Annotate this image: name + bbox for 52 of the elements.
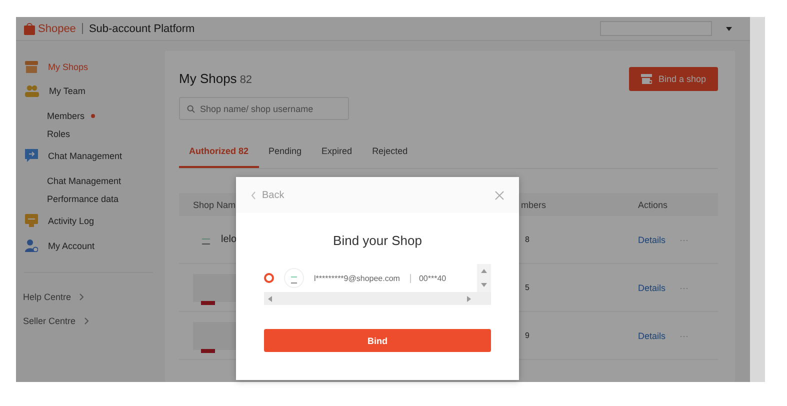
members-cell-text: 8 <box>524 235 530 244</box>
horizontal-scrollbar[interactable] <box>264 292 491 305</box>
details-link[interactable]: Details <box>638 330 666 340</box>
sidebar-item[interactable]: Activity Log <box>16 208 165 233</box>
platform-title: Sub-account Platform <box>88 22 195 34</box>
tab[interactable]: Pending <box>258 142 312 168</box>
radio-button[interactable] <box>264 273 274 283</box>
chat-icon <box>25 149 38 162</box>
bind-shop-button[interactable]: Bind a shop <box>629 67 718 91</box>
sidebar-subitem[interactable]: Chat Management <box>47 176 122 186</box>
sidebar-link[interactable]: Help Centre <box>23 292 72 302</box>
shop-icon <box>25 61 38 73</box>
shopping-bag-icon <box>24 22 35 35</box>
shop-name: lelo <box>221 234 237 245</box>
brand-name: Shopee <box>38 22 76 34</box>
sidebar-link[interactable]: Seller Centre <box>23 316 76 326</box>
arrow-down-icon[interactable] <box>481 283 487 287</box>
chevron-right-icon <box>84 317 89 325</box>
search-field[interactable]: Shop name/ shop username <box>179 97 349 120</box>
tab[interactable]: Authorized 82 <box>179 142 259 168</box>
log-icon <box>25 214 38 227</box>
details-link[interactable]: Details <box>638 282 666 292</box>
tab[interactable]: Rejected <box>362 142 418 168</box>
chevron-left-icon <box>251 190 256 200</box>
details-link[interactable]: Details <box>638 234 666 244</box>
account-id: 00***40 <box>410 274 446 282</box>
page-title: My Shops 82 <box>179 71 252 86</box>
members-cell-text: 9 <box>524 331 530 340</box>
tab[interactable]: Expired <box>312 142 362 168</box>
arrow-up-icon[interactable] <box>481 269 487 273</box>
sidebar-subitem[interactable]: Roles <box>47 129 70 139</box>
people-icon <box>25 85 39 97</box>
sidebar-subitem[interactable]: Members <box>47 111 85 121</box>
dialog-title: Bind your Shop <box>332 233 423 248</box>
close-icon[interactable] <box>495 190 504 200</box>
vertical-scrollbar[interactable] <box>477 264 491 292</box>
sidebar-item[interactable]: My Account <box>16 233 165 258</box>
arrow-right-icon[interactable] <box>467 296 471 302</box>
caret-icon <box>726 26 732 30</box>
search-icon <box>187 104 195 112</box>
scrollbar[interactable] <box>750 17 765 382</box>
bind-button[interactable]: Bind <box>264 329 491 352</box>
sidebar-item[interactable]: Chat Management <box>16 143 165 168</box>
sidebar-item[interactable]: My Shops <box>16 55 165 79</box>
sidebar-subitem[interactable]: Performance data <box>47 194 119 204</box>
shop-icon <box>641 74 652 84</box>
members-cell-text: 5 <box>524 283 530 292</box>
user-icon <box>25 239 38 252</box>
account-email: l*********9@shopee.com <box>314 274 400 282</box>
sidebar-item[interactable]: My Team <box>16 79 165 103</box>
arrow-left-icon[interactable] <box>268 296 272 302</box>
chevron-right-icon <box>79 293 84 301</box>
